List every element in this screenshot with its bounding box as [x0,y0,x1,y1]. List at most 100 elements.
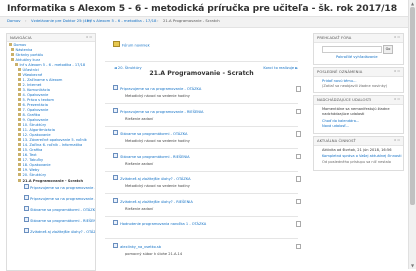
folder-icon [18,128,21,131]
completion-checkbox[interactable] [295,221,301,227]
folder-icon [18,88,21,91]
nav-item-label: 19. Weby [22,168,40,172]
activity-link[interactable]: Pripravujeme sa na programovanie - RIEŠE… [113,107,203,113]
activity-link[interactable]: Pripravujeme sa na programovanie - OTÁZK… [113,85,201,91]
document-icon [24,195,29,201]
completion-checkbox[interactable] [295,108,301,114]
activity-link[interactable]: alexlinky_na_vsetko.sb [113,242,161,248]
completion-checkbox[interactable] [295,131,301,137]
activity-link[interactable]: Zvládneš aj zložitejšie úlohy? - RIEŠENI… [113,197,193,203]
nav-item[interactable]: 19. Weby [18,168,39,172]
activity-title: Hodnotenie programovania naročka 1 - OTÁ… [120,221,207,226]
nav-item[interactable]: 7. Opakovanie [18,108,48,112]
activity-link[interactable]: Stávame sa programátormi - RIEŠENIA [113,152,190,158]
nav-item[interactable]: Stránky portálu [11,53,43,57]
nav-item[interactable]: 5. Práca s textom [18,98,54,102]
nav-item[interactable]: Účastníci [18,68,39,72]
nav-item-label: 3. Komunikácia [22,88,50,92]
upcoming-events-title: NADCHÁDZAJÚCE UDALOSTI [317,97,372,102]
activity-title: Zvládneš aj zložitejšie úlohy? - OTÁZKA [120,176,191,181]
block-controls-icon[interactable]: ▫ ▫ [86,35,92,39]
folder-icon [18,148,21,151]
upcoming-events-header: NADCHÁDZAJÚCE UDALOSTI ▫ ▫ [314,96,403,105]
document-icon [24,184,29,190]
breadcrumb-home[interactable]: Domov [7,18,21,23]
forum-search-input[interactable] [322,46,382,53]
nav-item[interactable]: 11. Algoritmizácia [18,128,55,132]
nav-item[interactable]: Domov [9,43,26,47]
scroll-down-arrow-icon[interactable]: ▼ [410,263,415,268]
completion-checkbox[interactable] [295,86,301,92]
nav-item-label: Domov [13,43,27,47]
nav-item[interactable]: 15. Grafika [18,148,42,152]
completion-checkbox[interactable] [295,198,301,204]
nav-item[interactable]: 3. Komunikácia [18,88,50,92]
nav-item[interactable]: Pripravujeme sa na programovanie - RIEŠE… [24,195,95,201]
forum-search-button[interactable]: Go [383,45,393,54]
nav-item-label: 11. Algoritmizácia [22,128,55,132]
nav-item[interactable]: 8. Grafika [18,113,40,117]
nav-item[interactable]: 20. Štruktúry [18,173,46,177]
nav-item[interactable]: Nástenka [11,48,32,52]
block-controls-icon[interactable]: ▫ ▫ [394,35,400,39]
nav-item[interactable]: Stávame sa programátormi - RIEŠENIA [24,217,95,223]
nav-item[interactable]: 2. Internet [18,83,41,87]
nav-item-label: 12. Opakovanie [22,133,51,137]
activity-link[interactable]: Stávame sa programátormi - OTÁZKA [113,130,187,136]
nav-item[interactable]: 14. Začína 6. ročník - Informatika [18,143,82,147]
folder-icon [18,103,21,106]
nav-item[interactable]: 4. Opakovanie [18,93,48,97]
nav-item[interactable]: 9. Opakovanie [18,118,48,122]
nav-item[interactable]: 1. Začíname s Alexom [18,78,62,82]
divider [105,103,298,104]
divider [105,61,298,62]
new-event-link[interactable]: Nová udalosť... [322,124,349,128]
folder-icon [18,179,21,182]
nav-item[interactable]: Pripravujeme sa na programovanie - OTÁZK… [24,184,95,190]
breadcrumb-section[interactable]: 21.A Programovanie - Scratch [163,18,220,23]
full-report-link[interactable]: Kompletná správa o Vašej aktuálnej činno… [322,154,401,158]
nav-item-label: 17. Tabuľky [22,158,44,162]
add-new-topic-link[interactable]: Pridať novú tému... [322,79,356,83]
nav-item[interactable]: 13. Záverečné opakovanie 5. ročník [18,138,87,142]
folder-icon [18,138,21,141]
nav-item-label: 9. Opakovanie [22,118,49,122]
block-controls-icon[interactable]: ▫ ▫ [394,138,400,142]
nav-item[interactable]: 18. Opakovanie [18,163,51,167]
nav-item[interactable]: Aktuálny kurz [11,58,40,62]
nav-item[interactable]: Zvládneš aj zložitejšie úlohy? - OTÁZKA [24,228,95,234]
activity-link[interactable]: Zvládneš aj zložitejšie úlohy? - OTÁZKA [113,175,191,181]
go-to-calendar-link[interactable]: Choď do kalendára... [322,119,359,123]
nav-item-label: 14. Začína 6. ročník - Informatika [22,143,83,147]
nav-item[interactable]: 6. Prezentácia [18,103,48,107]
folder-icon [15,63,18,66]
advanced-search-link[interactable]: Pokročilé vyhľadávanie [336,55,378,59]
activity-link[interactable]: Hodnotenie programovania naročka 1 - OTÁ… [113,220,206,226]
block-controls-icon[interactable]: ▫ ▫ [394,69,400,73]
nav-item-label: 5. Práca s textom [22,98,54,102]
completion-checkbox[interactable] [295,153,301,159]
block-controls-icon[interactable]: ▫ ▫ [394,97,400,101]
completion-checkbox[interactable] [295,176,301,182]
scroll-up-arrow-icon[interactable]: ▲ [410,1,415,6]
nav-item[interactable]: Stávame sa programátormi - OTÁZKA [24,206,95,212]
nav-item[interactable]: Inf s Alexom 5 - 6 - metodika - 17/18 [15,63,85,67]
news-forum-link[interactable]: Fórum noviniek [113,41,150,47]
vertical-scrollbar[interactable]: ▲ ▼ [408,0,416,269]
nav-item[interactable]: 21.A Programovanie - Scratch [18,179,83,183]
breadcrumb-course[interactable]: Inf s Alexom 5 - 6 - metodika - 17/18 [87,18,156,23]
activity-description: Metodický návod na vedenie hodiny [125,94,190,98]
nav-item[interactable]: 10. Štruktúry [18,123,46,127]
nav-item[interactable]: 12. Opakovanie [18,133,51,137]
nav-item[interactable]: 17. Tabuľky [18,158,43,162]
document-icon [113,152,118,158]
document-icon [113,130,118,136]
nav-item[interactable]: Všeobecné [18,73,42,77]
nav-item-label: Inf s Alexom 5 - 6 - metodika - 17/18 [19,63,86,67]
nav-item[interactable]: 16. Text [18,153,37,157]
news-forum-label: Fórum noviniek [122,43,150,48]
divider [105,148,298,149]
page-header: Informatika s Alexom 5 - 6 - metodická p… [0,0,416,34]
scrollbar-thumb[interactable] [410,7,415,205]
completion-checkbox[interactable] [295,243,301,249]
